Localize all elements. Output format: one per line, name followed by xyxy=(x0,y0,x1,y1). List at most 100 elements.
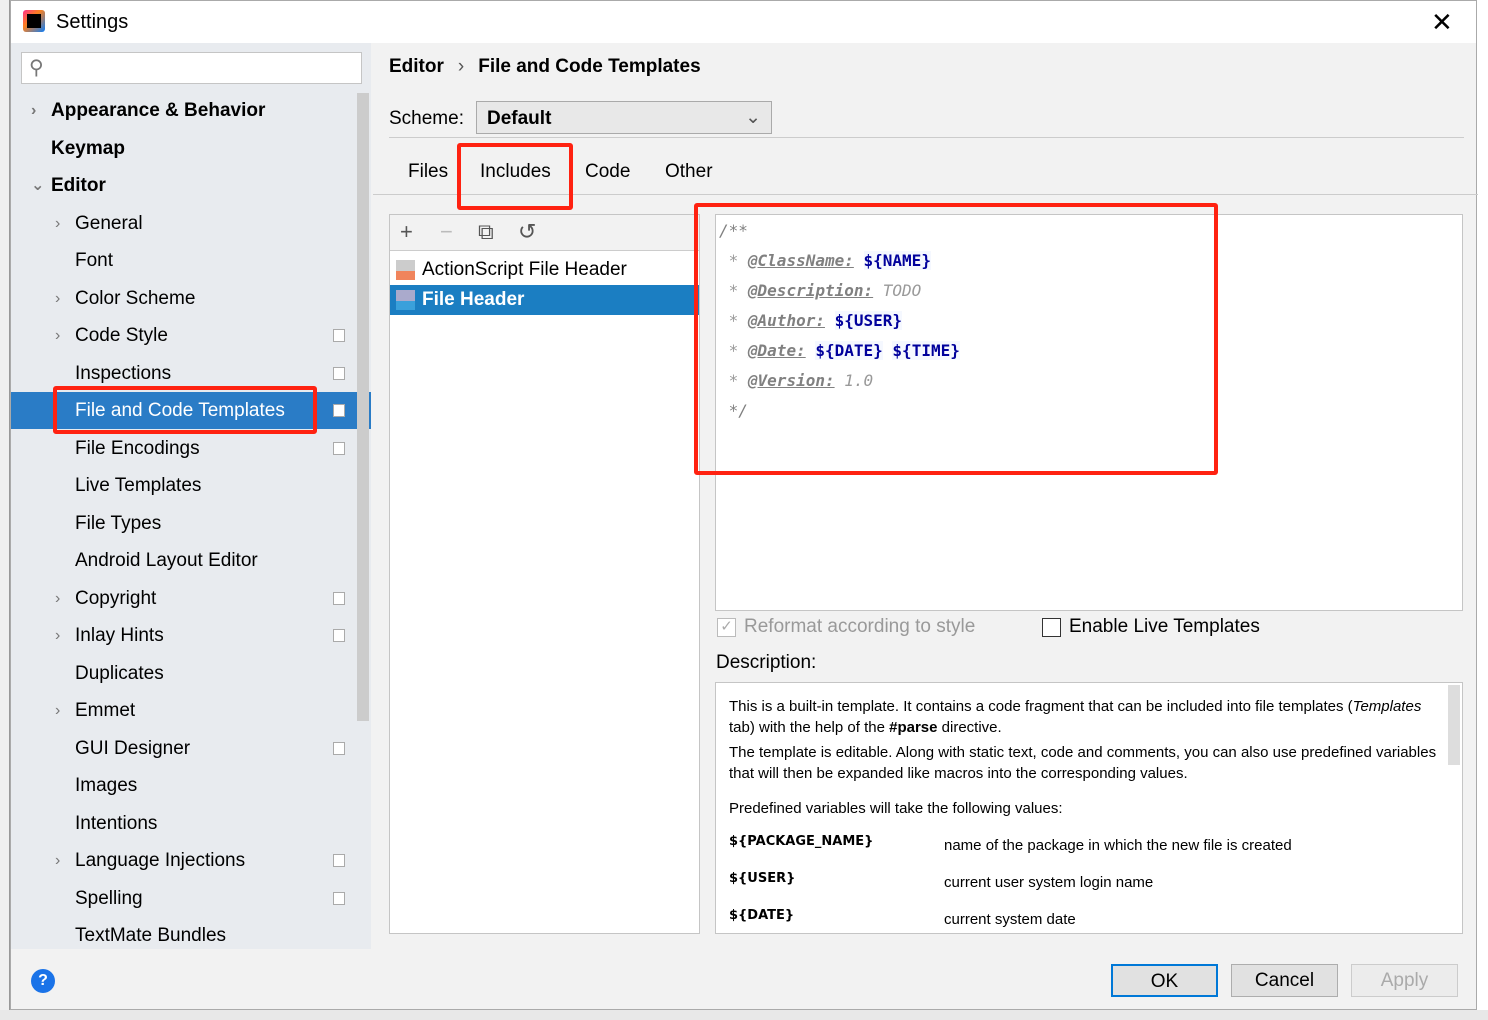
project-scope-icon xyxy=(333,741,345,755)
tree-item-language-injections[interactable]: › Language Injections xyxy=(11,842,371,879)
tree-item-android-layout-editor[interactable]: Android Layout Editor xyxy=(11,542,371,579)
description-paragraph: Predefined variables will take the follo… xyxy=(729,800,1063,817)
chevron-down-icon: ⌄ xyxy=(745,107,761,128)
chevron-down-icon[interactable]: ⌄ xyxy=(31,167,44,204)
chevron-right-icon[interactable]: › xyxy=(55,280,60,317)
tree-item-label: Color Scheme xyxy=(75,287,196,309)
project-scope-icon xyxy=(333,891,345,905)
tab-files[interactable]: Files xyxy=(408,161,448,183)
tree-item-label: General xyxy=(75,212,143,234)
help-button[interactable]: ? xyxy=(31,969,55,993)
divider xyxy=(389,137,1464,138)
reformat-checkbox[interactable]: ✓ Reformat according to style xyxy=(717,616,975,638)
add-icon[interactable]: + xyxy=(400,219,413,245)
chevron-right-icon[interactable]: › xyxy=(55,580,60,617)
enable-live-templates-checkbox[interactable]: Enable Live Templates xyxy=(1042,616,1260,638)
tree-item-label: GUI Designer xyxy=(75,737,191,759)
template-item-actionscript[interactable]: ActionScript File Header xyxy=(390,255,699,285)
tree-item-file-encodings[interactable]: File Encodings xyxy=(11,430,371,467)
description-scrollbar[interactable] xyxy=(1448,685,1460,765)
highlight-box-tree xyxy=(53,386,317,434)
variable-name: ${DATE} xyxy=(729,908,795,923)
tree-item-label: Images xyxy=(75,775,138,796)
chevron-right-icon[interactable]: › xyxy=(55,317,60,354)
template-item-file-header[interactable]: File Header xyxy=(390,285,699,315)
tree-item-label: Editor xyxy=(51,175,106,196)
tree-item-images[interactable]: Images xyxy=(11,767,371,804)
reset-icon[interactable]: ↺ xyxy=(518,219,536,245)
tree-item-textmate-bundles[interactable]: TextMate Bundles xyxy=(11,917,371,954)
tree-item-keymap[interactable]: Keymap xyxy=(11,130,371,167)
tree-item-label: Intentions xyxy=(75,812,158,834)
tree-item-editor[interactable]: ⌄ Editor xyxy=(11,167,371,204)
tree-item-appearance-behavior[interactable]: › Appearance & Behavior xyxy=(11,92,371,129)
desc-text: tab) with the help of the xyxy=(729,719,890,736)
ok-button[interactable]: OK xyxy=(1111,964,1218,997)
chevron-right-icon[interactable]: › xyxy=(31,92,36,129)
tree-item-label: Copyright xyxy=(75,587,157,609)
desc-text: directive. xyxy=(937,719,1002,736)
checkbox-checked-icon: ✓ xyxy=(717,617,736,637)
background-window xyxy=(0,0,10,1020)
variable-desc: name of the package in which the new fil… xyxy=(944,837,1292,854)
chevron-right-icon[interactable]: › xyxy=(55,617,60,654)
settings-tree: ⚲ › Appearance & Behavior Keymap ⌄ Editor › Ge… xyxy=(11,43,371,949)
variable-row: ${PACKAGE_NAME} name of the package in wh… xyxy=(729,831,1449,856)
reformat-label: Reformat according to style xyxy=(744,616,976,637)
tree-item-label: File Types xyxy=(75,512,162,534)
description-paragraph: This is a built-in template. It contains… xyxy=(729,696,1449,738)
tree-item-label: Appearance & Behavior xyxy=(51,100,266,121)
project-scope-icon xyxy=(333,441,345,455)
tree-item-label: TextMate Bundles xyxy=(75,925,227,946)
tree-item-label: File Encodings xyxy=(75,437,200,459)
tree-item-label: Live Templates xyxy=(75,475,202,496)
description-label: Description: xyxy=(716,652,817,673)
project-scope-icon xyxy=(333,366,345,380)
actionscript-file-icon xyxy=(396,260,415,280)
tree-item-file-types[interactable]: File Types xyxy=(11,505,371,542)
project-scope-icon xyxy=(333,854,345,867)
background-status-bar xyxy=(0,1010,1488,1020)
breadcrumb-separator: › xyxy=(457,56,465,77)
template-name: File Header xyxy=(422,289,525,310)
desc-italic: Templates xyxy=(1352,698,1422,715)
checkbox-unchecked-icon xyxy=(1042,617,1061,637)
chevron-right-icon[interactable]: › xyxy=(55,692,60,729)
tree-item-emmet[interactable]: › Emmet xyxy=(11,692,371,729)
apply-button[interactable]: Apply xyxy=(1351,964,1458,997)
tree-item-intentions[interactable]: Intentions xyxy=(11,805,371,842)
tree-item-gui-designer[interactable]: GUI Designer xyxy=(11,730,371,767)
tree-item-duplicates[interactable]: Duplicates xyxy=(11,655,371,692)
tree-item-general[interactable]: › General xyxy=(11,205,371,242)
tree-item-label: Keymap xyxy=(51,137,125,159)
tree-item-spelling[interactable]: Spelling xyxy=(11,880,371,917)
scheme-dropdown[interactable]: Default ⌄ xyxy=(476,101,772,134)
variable-name: ${PACKAGE_NAME} xyxy=(729,834,874,849)
copy-icon[interactable]: ⧉ xyxy=(478,219,494,245)
tab-other[interactable]: Other xyxy=(665,161,713,183)
cancel-button[interactable]: Cancel xyxy=(1231,964,1338,997)
search-input[interactable]: ⚲ xyxy=(21,52,362,84)
highlight-box-editor xyxy=(694,203,1218,475)
remove-icon[interactable]: − xyxy=(440,219,453,245)
project-scope-icon xyxy=(333,591,345,605)
desc-text: This is a built-in template. It contains… xyxy=(729,698,1353,715)
sidebar-scrollbar[interactable] xyxy=(357,93,369,721)
tree-item-inlay-hints[interactable]: › Inlay Hints xyxy=(11,617,371,654)
breadcrumb: Editor › File and Code Templates xyxy=(389,56,701,78)
description-panel: This is a built-in template. It contains… xyxy=(715,682,1463,934)
breadcrumb-parent[interactable]: Editor xyxy=(389,56,444,77)
window-title: Settings xyxy=(56,11,129,33)
list-toolbar: + − ⧉ ↺ xyxy=(390,215,699,251)
desc-bold: #parse xyxy=(889,719,938,736)
chevron-right-icon[interactable]: › xyxy=(55,205,60,242)
tree-item-color-scheme[interactable]: › Color Scheme xyxy=(11,280,371,317)
tab-code[interactable]: Code xyxy=(585,161,630,183)
tree-item-code-style[interactable]: › Code Style xyxy=(11,317,371,354)
settings-dialog: Settings ✕ ⚲ › Appearance & Behavior Keyma… xyxy=(10,0,1478,1010)
close-button[interactable]: ✕ xyxy=(1431,7,1453,38)
tree-item-copyright[interactable]: › Copyright xyxy=(11,580,371,617)
tree-item-font[interactable]: Font xyxy=(11,242,371,279)
tree-item-live-templates[interactable]: Live Templates xyxy=(11,467,371,504)
chevron-right-icon[interactable]: › xyxy=(55,842,60,879)
